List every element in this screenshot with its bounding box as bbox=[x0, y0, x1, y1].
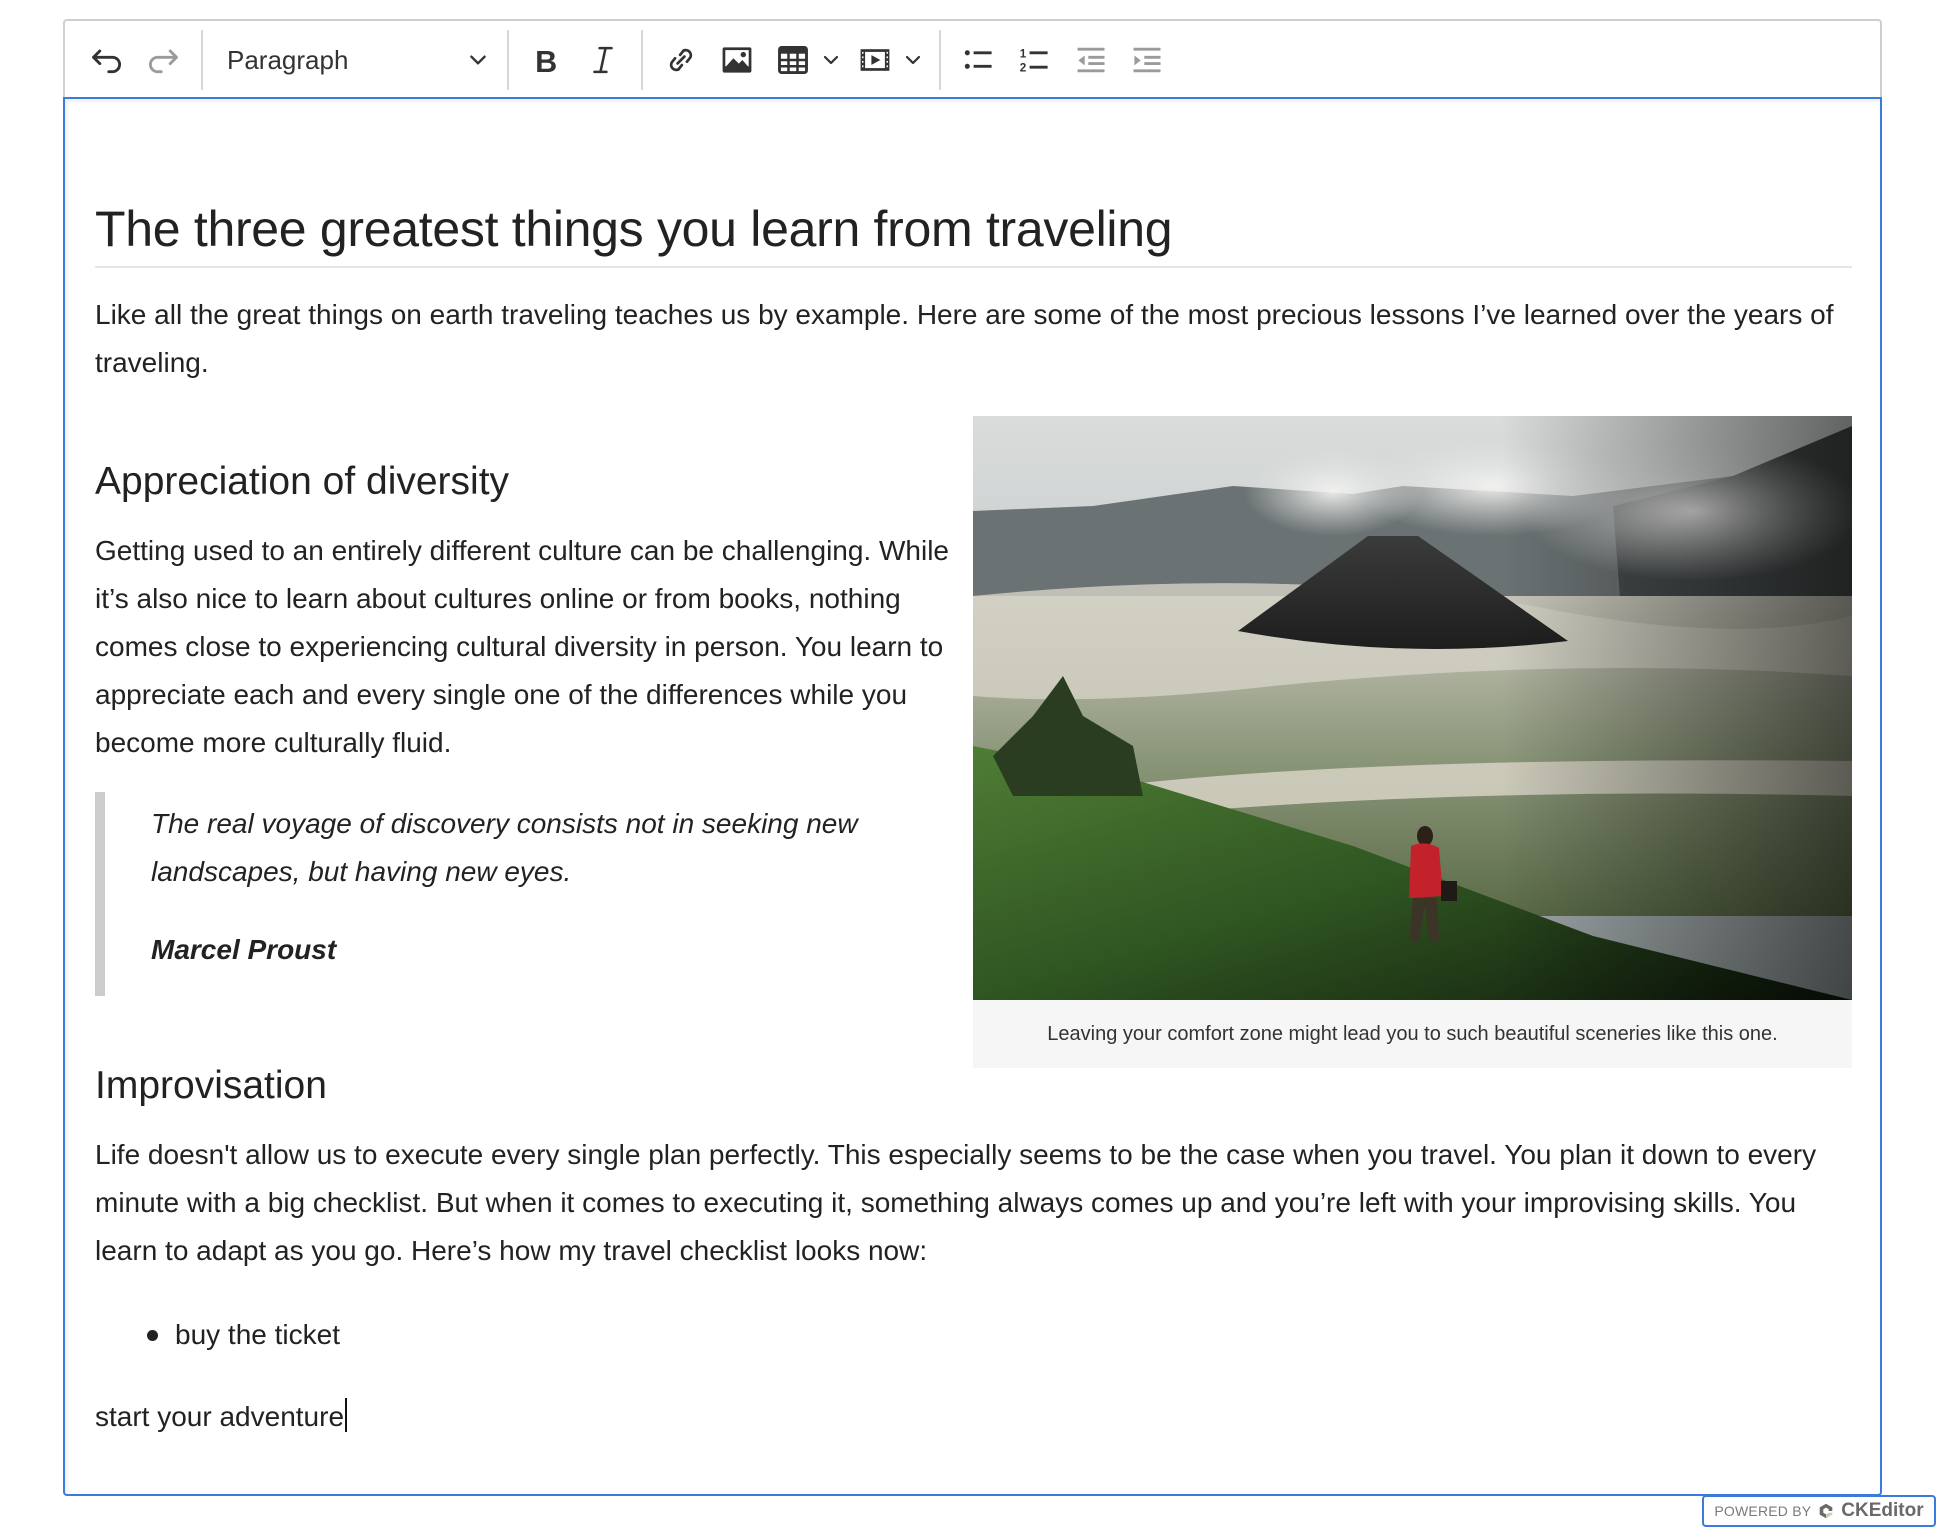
link-icon bbox=[669, 48, 693, 72]
numbered-list-button[interactable]: 12 bbox=[1007, 32, 1063, 88]
checklist: buy the ticket bbox=[95, 1311, 340, 1359]
diversity-paragraph[interactable]: Getting used to an entirely different cu… bbox=[95, 527, 955, 767]
intro-paragraph[interactable]: Like all the great things on earth trave… bbox=[95, 291, 1852, 387]
powered-by-badge[interactable]: POWERED BY CKEditor bbox=[1702, 1495, 1936, 1527]
last-paragraph[interactable]: start your adventure bbox=[95, 1393, 348, 1441]
section-heading-improvisation[interactable]: Improvisation bbox=[95, 1061, 327, 1111]
powered-by-label: POWERED BY bbox=[1714, 1503, 1812, 1519]
numbered-list-icon: 12 bbox=[1020, 47, 1048, 75]
section-heading-diversity[interactable]: Appreciation of diversity bbox=[95, 457, 509, 507]
editor-toolbar: Paragraph B 1 2 bbox=[63, 19, 1882, 99]
bold-icon: B bbox=[535, 45, 557, 77]
table-icon bbox=[778, 45, 808, 75]
last-paragraph-text: start your adventure bbox=[95, 1401, 345, 1432]
landscape-image[interactable] bbox=[973, 416, 1852, 1000]
insert-media-split bbox=[847, 32, 929, 88]
document-title[interactable]: The three greatest things you learn from… bbox=[95, 199, 1173, 259]
insert-table-dropdown-arrow[interactable] bbox=[821, 32, 847, 88]
insert-image-button[interactable] bbox=[709, 32, 765, 88]
outdent-button[interactable] bbox=[1063, 32, 1119, 88]
insert-table-button[interactable] bbox=[765, 32, 821, 88]
heading-dropdown-label: Paragraph bbox=[227, 44, 349, 75]
undo-icon bbox=[92, 49, 121, 74]
improvisation-paragraph[interactable]: Life doesn't allow us to execute every s… bbox=[95, 1131, 1852, 1275]
bullet-icon bbox=[147, 1330, 158, 1341]
title-divider bbox=[95, 266, 1852, 268]
chevron-down-icon bbox=[905, 55, 921, 65]
redo-button[interactable] bbox=[135, 32, 191, 88]
heading-dropdown[interactable]: Paragraph bbox=[213, 32, 497, 88]
bold-button[interactable]: B bbox=[519, 32, 575, 88]
quote-author: Marcel Proust bbox=[151, 934, 337, 965]
chevron-down-icon bbox=[823, 55, 839, 65]
svg-text:1: 1 bbox=[1020, 47, 1027, 60]
chevron-down-icon bbox=[470, 55, 486, 65]
italic-icon bbox=[593, 46, 613, 74]
ckeditor-brand: CKEditor bbox=[1841, 1500, 1924, 1521]
toolbar-separator bbox=[201, 30, 203, 90]
text-cursor bbox=[345, 1398, 348, 1432]
blockquote[interactable]: The real voyage of discovery consists no… bbox=[95, 792, 955, 996]
insert-table-split bbox=[765, 32, 847, 88]
indent-button[interactable] bbox=[1119, 32, 1175, 88]
bulleted-list-icon bbox=[964, 50, 992, 69]
undo-button[interactable] bbox=[79, 32, 135, 88]
toolbar-separator bbox=[641, 30, 643, 90]
quote-text: The real voyage of discovery consists no… bbox=[151, 808, 858, 887]
bulleted-list-button[interactable] bbox=[951, 32, 1007, 88]
image-figure[interactable]: Leaving your comfort zone might lead you… bbox=[973, 416, 1852, 1068]
toolbar-separator bbox=[939, 30, 941, 90]
ckeditor-logo-icon bbox=[1819, 1503, 1833, 1519]
insert-media-button[interactable] bbox=[847, 32, 903, 88]
image-caption[interactable]: Leaving your comfort zone might lead you… bbox=[973, 1000, 1852, 1068]
list-item[interactable]: buy the ticket bbox=[95, 1311, 340, 1359]
link-button[interactable] bbox=[653, 32, 709, 88]
media-embed-icon bbox=[860, 49, 890, 71]
rich-text-editor: Paragraph B 1 2 The three greatest thing… bbox=[63, 19, 1936, 1527]
outdent-icon bbox=[1077, 47, 1105, 73]
insert-media-dropdown-arrow[interactable] bbox=[903, 32, 929, 88]
svg-text:B: B bbox=[535, 45, 557, 77]
list-item-text: buy the ticket bbox=[175, 1319, 340, 1350]
indent-icon bbox=[1133, 47, 1161, 73]
svg-text:2: 2 bbox=[1020, 62, 1027, 75]
volcano-photo bbox=[973, 416, 1852, 1000]
image-icon bbox=[722, 47, 752, 73]
italic-button[interactable] bbox=[575, 32, 631, 88]
toolbar-separator bbox=[507, 30, 509, 90]
editor-content-area[interactable]: The three greatest things you learn from… bbox=[63, 97, 1882, 1496]
redo-icon bbox=[149, 49, 178, 74]
